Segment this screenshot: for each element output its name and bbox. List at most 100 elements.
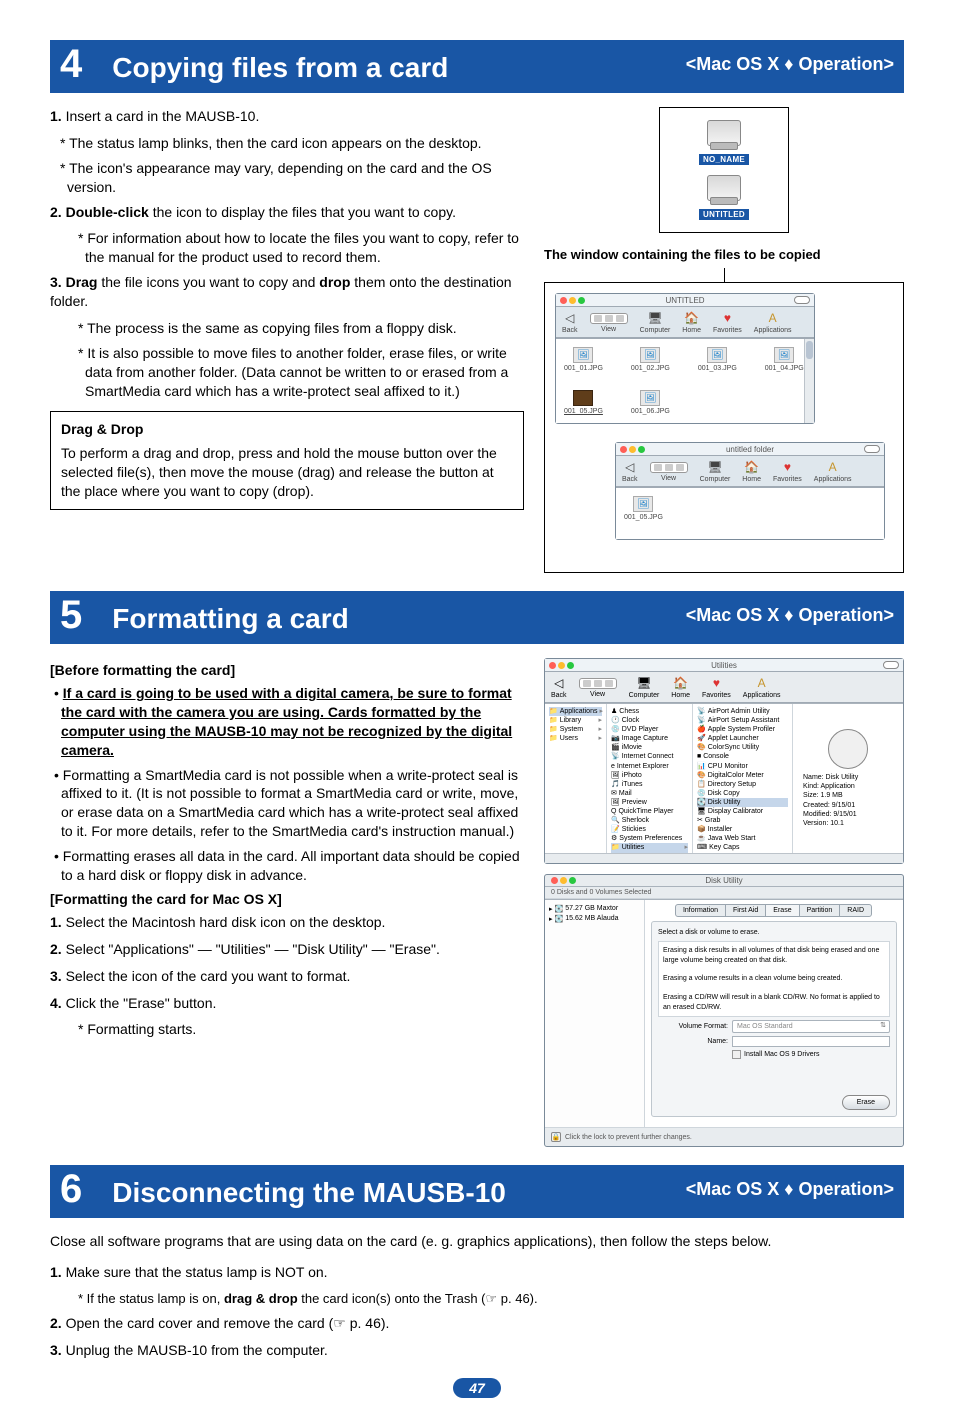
- scrollbar: [804, 339, 814, 423]
- drag-drop-body: To perform a drag and drop, press and ho…: [61, 444, 513, 501]
- finder-toolbar: ◁Back View 🖥Computer 🏠Home ♥Favorites AA…: [545, 672, 903, 703]
- install-drivers-label: Install Mac OS 9 Drivers: [744, 1050, 819, 1059]
- section-5-tag: <Mac OS X ♦ Operation>: [686, 605, 894, 626]
- file-item: 🖼001_01.JPG: [564, 347, 603, 372]
- lock-icon: 🔒: [551, 1132, 561, 1142]
- finder-toolbar: ◁Back View 🖥Computer 🏠Home ♥Favorites AA…: [556, 307, 814, 338]
- applications-button: AApplications: [754, 311, 792, 334]
- window-title: Disk Utility: [545, 876, 903, 885]
- drive-icon: [707, 120, 741, 146]
- section-5-number: 5: [60, 593, 82, 638]
- section-4-banner: 4 Copying files from a card <Mac OS X ♦ …: [50, 40, 904, 93]
- utilities-finder-window: Utilities ◁Back View 🖥Computer 🏠Home ♥Fa…: [544, 658, 904, 864]
- disk-utility-main: Information First Aid Erase Partition RA…: [645, 900, 903, 1127]
- applications-button: AApplications: [743, 676, 781, 699]
- drive-icon-untitled: UNTITLED: [699, 175, 749, 220]
- tab-erase: Erase: [765, 904, 799, 917]
- window-title: UNTITLED: [556, 296, 814, 305]
- desktop-icons-illustration: NO_NAME UNTITLED: [659, 107, 789, 233]
- back-button: ◁Back: [562, 311, 578, 334]
- s5-step-1: 1. Select the Macintosh hard disk icon o…: [50, 913, 524, 932]
- column-1: 📁Applications▸ 📁Library▸ 📁System▸ 📁Users…: [545, 704, 607, 853]
- before-heading: [Before formatting the card]: [50, 662, 524, 678]
- titlebar: Disk Utility: [545, 875, 903, 887]
- s6-step-2: 2. Open the card cover and remove the ca…: [50, 1314, 904, 1333]
- bullet-3: • Formatting erases all data in the card…: [54, 847, 524, 885]
- drive-icon-no-name: NO_NAME: [699, 120, 749, 165]
- s4-note-4: * The process is the same as copying fil…: [78, 319, 524, 338]
- s4-step-3: 3. Drag the file icons you want to copy …: [50, 273, 524, 311]
- disk-utility-window: Disk Utility 0 Disks and 0 Volumes Selec…: [544, 874, 904, 1147]
- s6-note-1: * If the status lamp is on, drag & drop …: [78, 1290, 904, 1308]
- install-drivers-row: Install Mac OS 9 Drivers: [732, 1050, 890, 1059]
- s6-step-3: 3. Unplug the MAUSB-10 from the computer…: [50, 1341, 904, 1360]
- disk-utility-icon: [828, 729, 868, 769]
- drag-drop-title: Drag & Drop: [61, 420, 513, 439]
- drag-drop-box: Drag & Drop To perform a drag and drop, …: [50, 411, 524, 511]
- s5-step-3: 3. Select the icon of the card you want …: [50, 967, 524, 986]
- drive-label-2: UNTITLED: [699, 209, 749, 220]
- section-5-banner: 5 Formatting a card <Mac OS X ♦ Operatio…: [50, 591, 904, 644]
- favorites-button: ♥Favorites: [702, 676, 731, 699]
- caption-files-window: The window containing the files to be co…: [544, 247, 904, 262]
- s4-step-1: 1. Insert a card in the MAUSB-10.: [50, 107, 524, 126]
- checkbox-icon: [732, 1050, 741, 1059]
- s4-note-2: * The icon's appearance may vary, depend…: [60, 159, 524, 197]
- s6-step-1: 1. Make sure that the status lamp is NOT…: [50, 1263, 904, 1282]
- erase-panel: Select a disk or volume to erase. Erasin…: [651, 921, 897, 1117]
- erase-button: Erase: [842, 1095, 890, 1110]
- sidebar-disk-2: ▸💽15.62 MB Alauda: [549, 914, 640, 924]
- tab-information: Information: [675, 904, 726, 917]
- s4-step-2: 2. Double-click the icon to display the …: [50, 203, 524, 222]
- home-button: 🏠Home: [671, 676, 690, 699]
- name-input: [732, 1036, 890, 1047]
- finder-window-destination: untitled folder ◁Back View 🖥Computer 🏠Ho…: [615, 442, 885, 540]
- formatting-heading: [Formatting the card for Mac OS X]: [50, 891, 524, 907]
- sidebar-disk-1: ▸💽57.27 GB Maxtor: [549, 904, 640, 914]
- favorites-button: ♥Favorites: [713, 311, 742, 334]
- s5-step-4: 4. Click the "Erase" button.: [50, 994, 524, 1013]
- favorites-button: ♥Favorites: [773, 460, 802, 483]
- tab-first-aid: First Aid: [725, 904, 766, 917]
- file-item: 001_05.JPG: [564, 390, 603, 415]
- page-number: 47: [453, 1378, 501, 1398]
- back-button: ◁Back: [551, 676, 567, 699]
- s5-note: * Formatting starts.: [78, 1020, 524, 1039]
- finder-body: 🖼001_05.JPG: [616, 487, 884, 539]
- home-button: 🏠Home: [742, 460, 761, 483]
- file-item: 🖼001_05.JPG: [624, 496, 663, 531]
- file-item: 🖼001_02.JPG: [631, 347, 670, 372]
- instruction: Select a disk or volume to erase.: [658, 928, 890, 937]
- column-2: ♟Chess 🕐Clock 💿DVD Player 📷Image Capture…: [607, 704, 693, 853]
- drive-icon: [707, 175, 741, 201]
- section-5-title: Formatting a card: [112, 603, 686, 635]
- section-4-number: 4: [60, 42, 82, 87]
- drive-label-1: NO_NAME: [699, 154, 749, 165]
- back-button: ◁Back: [622, 460, 638, 483]
- finder-toolbar: ◁Back View 🖥Computer 🏠Home ♥Favorites AA…: [616, 456, 884, 487]
- erase-button-row: Erase: [658, 1095, 890, 1110]
- section-4-title: Copying files from a card: [112, 52, 686, 84]
- warning-bullet: • If a card is going to be used with a d…: [54, 684, 524, 760]
- section-4-content: 1. Insert a card in the MAUSB-10. * The …: [50, 107, 904, 573]
- window-title: untitled folder: [616, 445, 884, 454]
- s4-note-5: * It is also possible to move files to a…: [78, 344, 524, 401]
- titlebar: Utilities: [545, 659, 903, 672]
- computer-button: 🖥Computer: [700, 460, 731, 483]
- view-button: View: [579, 678, 617, 698]
- s4-note-3: * For information about how to locate th…: [78, 229, 524, 267]
- section-6-tag: <Mac OS X ♦ Operation>: [686, 1179, 894, 1200]
- lock-footer: 🔒 Click the lock to prevent further chan…: [545, 1127, 903, 1146]
- pointer-line: [724, 268, 725, 282]
- s4-note-1: * The status lamp blinks, then the card …: [60, 134, 524, 153]
- finder-body: 🖼001_01.JPG 🖼001_02.JPG 🖼001_03.JPG 🖼001…: [556, 338, 814, 423]
- volume-format-label: Volume Format:: [658, 1022, 728, 1031]
- applications-button: AApplications: [814, 460, 852, 483]
- section-6-number: 6: [60, 1167, 82, 1212]
- home-button: 🏠Home: [682, 311, 701, 334]
- computer-button: 🖥Computer: [640, 311, 671, 334]
- section-6-title: Disconnecting the MAUSB-10: [112, 1177, 686, 1209]
- section-4-tag: <Mac OS X ♦ Operation>: [686, 54, 894, 75]
- name-row: Name:: [658, 1036, 890, 1047]
- erase-notes: Erasing a disk results in all volumes of…: [658, 941, 890, 1017]
